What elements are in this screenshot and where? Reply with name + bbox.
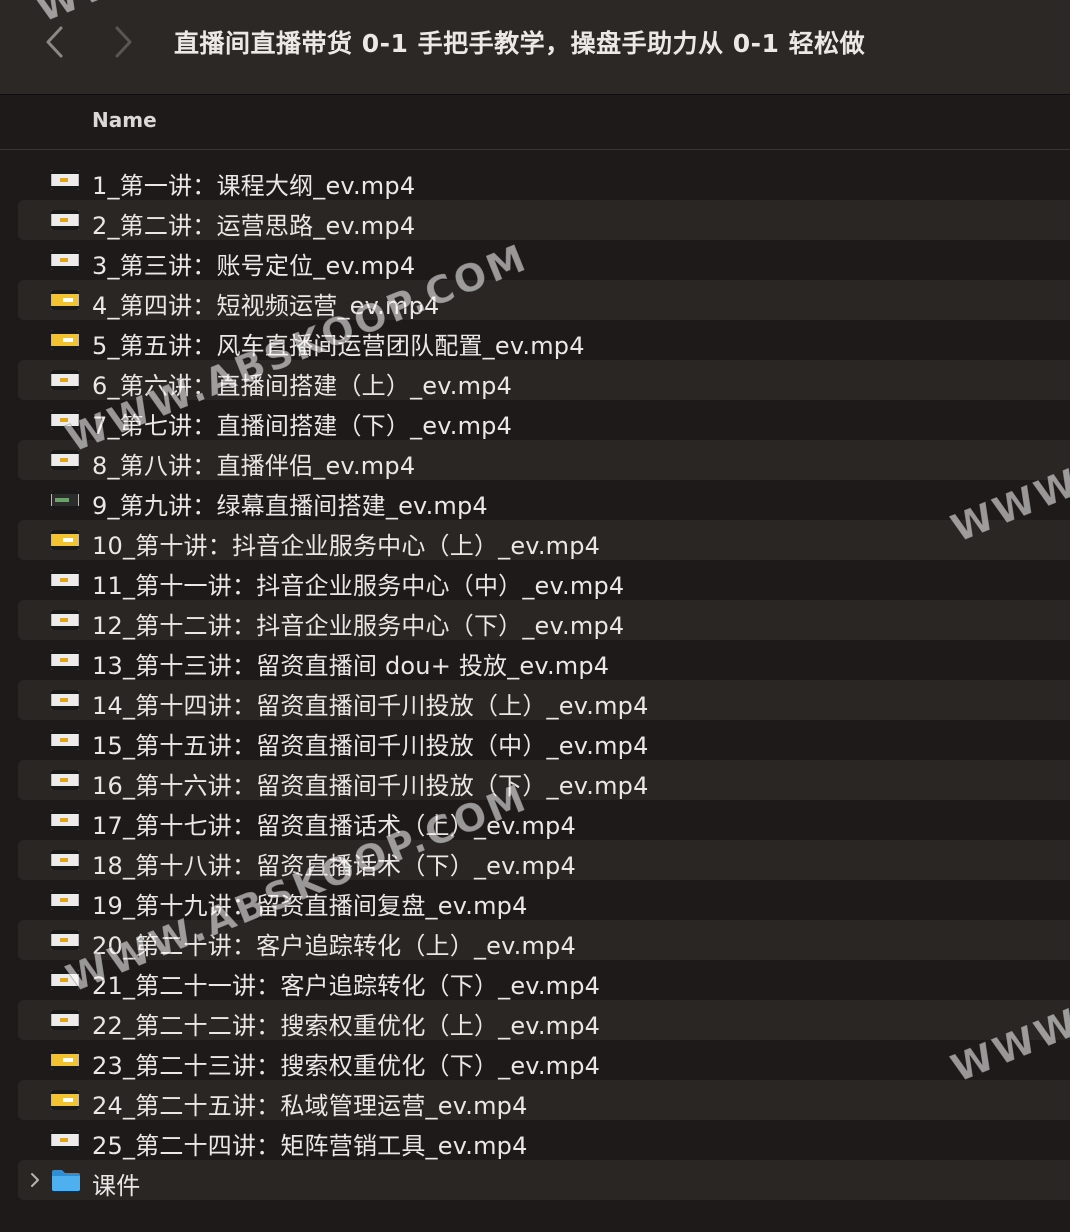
file-row[interactable]: 17_第十七讲：留资直播话术（上）_ev.mp4 [18, 800, 1070, 840]
window-title: 直播间直播带货 0-1 手把手教学，操盘手助力从 0-1 轻松做 [174, 29, 866, 58]
file-name: 19_第十九讲：留资直播间复盘_ev.mp4 [92, 892, 528, 920]
video-thumbnail-icon [51, 850, 79, 870]
chevron-left-icon [46, 26, 63, 58]
file-row[interactable]: 19_第十九讲：留资直播间复盘_ev.mp4 [18, 880, 1070, 920]
file-name: 3_第三讲：账号定位_ev.mp4 [92, 252, 416, 280]
file-row[interactable]: 14_第十四讲：留资直播间千川投放（上）_ev.mp4 [18, 680, 1070, 720]
video-thumbnail-icon [51, 410, 79, 430]
file-name: 21_第二十一讲：客户追踪转化（下）_ev.mp4 [92, 972, 601, 1000]
file-row[interactable]: 11_第十一讲：抖音企业服务中心（中）_ev.mp4 [18, 560, 1070, 600]
file-name: 12_第十二讲：抖音企业服务中心（下）_ev.mp4 [92, 612, 625, 640]
video-thumbnail-icon [51, 690, 79, 710]
file-row[interactable]: 18_第十八讲：留资直播话术（下）_ev.mp4 [18, 840, 1070, 880]
file-row[interactable]: 25_第二十四讲：矩阵营销工具_ev.mp4 [18, 1120, 1070, 1160]
file-row[interactable]: 8_第八讲：直播伴侣_ev.mp4 [18, 440, 1070, 480]
video-thumbnail-icon [51, 890, 79, 910]
video-thumbnail-icon [51, 530, 79, 550]
file-row[interactable]: 4_第四讲：短视频运营_ev.mp4 [18, 280, 1070, 320]
file-name: 4_第四讲：短视频运营_ev.mp4 [92, 292, 440, 320]
back-button[interactable] [34, 22, 74, 62]
video-thumbnail-icon [51, 650, 79, 670]
folder-icon [51, 1168, 81, 1192]
file-name: 7_第七讲：直播间搭建（下）_ev.mp4 [92, 412, 513, 440]
file-row[interactable]: 6_第六讲：直播间搭建（上）_ev.mp4 [18, 360, 1070, 400]
file-name: 25_第二十四讲：矩阵营销工具_ev.mp4 [92, 1132, 528, 1160]
file-name: 14_第十四讲：留资直播间千川投放（上）_ev.mp4 [92, 692, 649, 720]
video-thumbnail-icon [51, 250, 79, 270]
toolbar: 直播间直播带货 0-1 手把手教学，操盘手助力从 0-1 轻松做 [0, 0, 1070, 95]
file-row[interactable]: 1_第一讲：课程大纲_ev.mp4 [18, 160, 1070, 200]
video-thumbnail-icon [51, 930, 79, 950]
file-name: 6_第六讲：直播间搭建（上）_ev.mp4 [92, 372, 513, 400]
file-name: 17_第十七讲：留资直播话术（上）_ev.mp4 [92, 812, 576, 840]
file-row[interactable]: 7_第七讲：直播间搭建（下）_ev.mp4 [18, 400, 1070, 440]
file-name: 24_第二十五讲：私域管理运营_ev.mp4 [92, 1092, 528, 1120]
video-thumbnail-icon [51, 1050, 79, 1070]
file-row[interactable]: 13_第十三讲：留资直播间 dou+ 投放_ev.mp4 [18, 640, 1070, 680]
file-name: 11_第十一讲：抖音企业服务中心（中）_ev.mp4 [92, 572, 625, 600]
file-row[interactable]: 5_第五讲：风车直播间运营团队配置_ev.mp4 [18, 320, 1070, 360]
file-row[interactable]: 23_第二十三讲：搜索权重优化（下）_ev.mp4 [18, 1040, 1070, 1080]
video-thumbnail-icon [51, 210, 79, 230]
column-header-name[interactable]: Name [92, 108, 157, 132]
file-row[interactable]: 16_第十六讲：留资直播间千川投放（下）_ev.mp4 [18, 760, 1070, 800]
file-name: 13_第十三讲：留资直播间 dou+ 投放_ev.mp4 [92, 652, 610, 680]
video-thumbnail-icon [51, 610, 79, 630]
file-name: 1_第一讲：课程大纲_ev.mp4 [92, 172, 416, 200]
column-header: Name [0, 95, 1070, 150]
chevron-right-icon [31, 1173, 39, 1187]
file-row[interactable]: 10_第十讲：抖音企业服务中心（上）_ev.mp4 [18, 520, 1070, 560]
file-row[interactable]: 22_第二十二讲：搜索权重优化（上）_ev.mp4 [18, 1000, 1070, 1040]
file-name: 2_第二讲：运营思路_ev.mp4 [92, 212, 416, 240]
video-thumbnail-icon [51, 810, 79, 830]
video-thumbnail-icon [51, 330, 79, 350]
file-list: 1_第一讲：课程大纲_ev.mp4 2_第二讲：运营思路_ev.mp4 3_第三讲：… [18, 160, 1070, 1200]
file-name: 23_第二十三讲：搜索权重优化（下）_ev.mp4 [92, 1052, 601, 1080]
file-name: 9_第九讲：绿幕直播间搭建_ev.mp4 [92, 492, 488, 520]
file-name: 18_第十八讲：留资直播话术（下）_ev.mp4 [92, 852, 576, 880]
video-thumbnail-icon [51, 1010, 79, 1030]
finder-window: 直播间直播带货 0-1 手把手教学，操盘手助力从 0-1 轻松做 Name 1_… [0, 0, 1070, 1232]
file-row[interactable]: 20_第二十讲：客户追踪转化（上）_ev.mp4 [18, 920, 1070, 960]
video-thumbnail-icon [51, 290, 79, 310]
video-thumbnail-icon [51, 970, 79, 990]
file-name: 22_第二十二讲：搜索权重优化（上）_ev.mp4 [92, 1012, 601, 1040]
video-thumbnail-icon [51, 1130, 79, 1150]
video-thumbnail-icon [51, 570, 79, 590]
file-row[interactable]: 9_第九讲：绿幕直播间搭建_ev.mp4 [18, 480, 1070, 520]
file-row[interactable]: 24_第二十五讲：私域管理运营_ev.mp4 [18, 1080, 1070, 1120]
video-thumbnail-icon [51, 770, 79, 790]
file-row[interactable]: 2_第二讲：运营思路_ev.mp4 [18, 200, 1070, 240]
file-row[interactable]: 3_第三讲：账号定位_ev.mp4 [18, 240, 1070, 280]
chevron-right-icon [115, 26, 132, 58]
file-name: 15_第十五讲：留资直播间千川投放（中）_ev.mp4 [92, 732, 649, 760]
file-row[interactable]: 12_第十二讲：抖音企业服务中心（下）_ev.mp4 [18, 600, 1070, 640]
file-name: 20_第二十讲：客户追踪转化（上）_ev.mp4 [92, 932, 576, 960]
file-name: 5_第五讲：风车直播间运营团队配置_ev.mp4 [92, 332, 585, 360]
forward-button[interactable] [104, 22, 144, 62]
file-name: 16_第十六讲：留资直播间千川投放（下）_ev.mp4 [92, 772, 649, 800]
video-thumbnail-icon [51, 370, 79, 390]
file-row[interactable]: 21_第二十一讲：客户追踪转化（下）_ev.mp4 [18, 960, 1070, 1000]
file-row[interactable]: 15_第十五讲：留资直播间千川投放（中）_ev.mp4 [18, 720, 1070, 760]
disclosure-triangle[interactable] [28, 1172, 42, 1188]
video-thumbnail-icon [51, 1090, 79, 1110]
folder-row[interactable]: 课件 [18, 1160, 1070, 1200]
video-thumbnail-icon [51, 730, 79, 750]
video-thumbnail-icon [51, 450, 79, 470]
file-name: 8_第八讲：直播伴侣_ev.mp4 [92, 452, 416, 480]
folder-name: 课件 [92, 1172, 141, 1200]
file-name: 10_第十讲：抖音企业服务中心（上）_ev.mp4 [92, 532, 601, 560]
video-thumbnail-icon [51, 490, 79, 510]
video-thumbnail-icon [51, 170, 79, 190]
